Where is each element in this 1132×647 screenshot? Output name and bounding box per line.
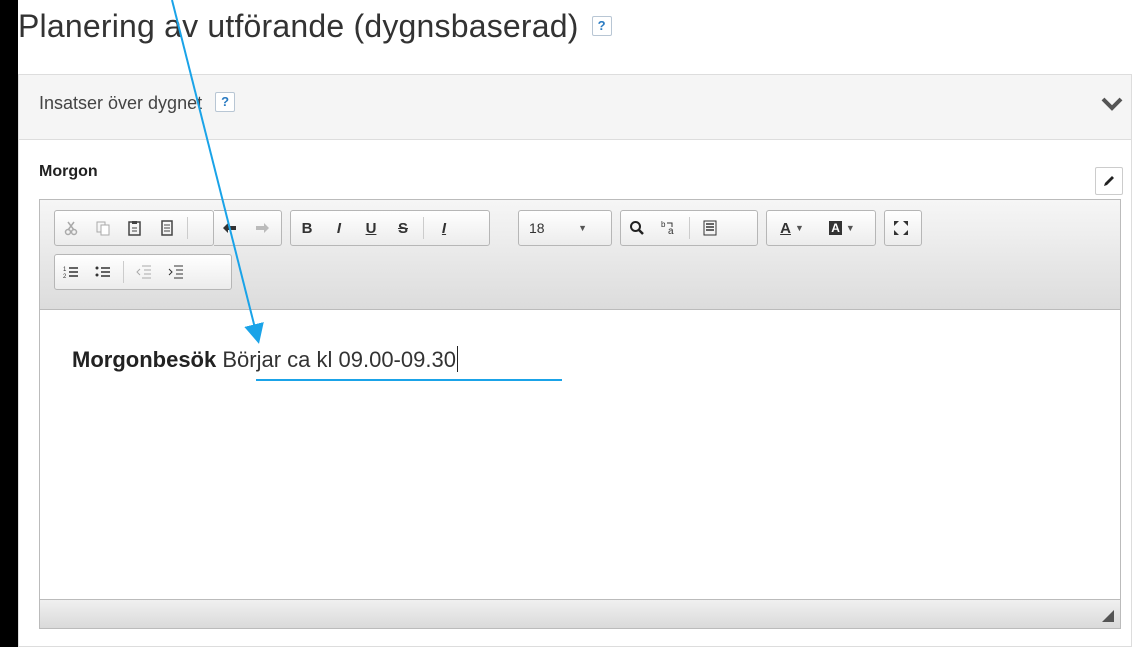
pencil-icon	[1104, 176, 1114, 186]
colors-group: A ▼ A ▼	[766, 210, 876, 246]
underline-button[interactable]: U	[357, 214, 385, 242]
basic-styles-group: B I U S I	[290, 210, 490, 246]
editor-content-area[interactable]: Morgonbesök Börjar ca kl 09.00-09.30	[40, 310, 1120, 600]
svg-text:2: 2	[63, 274, 67, 279]
copy-icon[interactable]	[89, 214, 117, 242]
replace-icon[interactable]: ba	[655, 214, 683, 242]
bold-text: Morgonbesök	[72, 347, 217, 372]
chevron-down-icon[interactable]	[1101, 97, 1123, 111]
svg-text:1: 1	[63, 267, 67, 273]
clipboard-group	[54, 210, 214, 246]
page-help-button[interactable]: ?	[591, 15, 612, 36]
text-cursor	[456, 346, 458, 372]
edit-button[interactable]	[1095, 167, 1123, 195]
caret-down-icon: ▼	[578, 223, 587, 233]
editor-statusbar	[40, 599, 1120, 628]
paste-icon[interactable]	[121, 214, 149, 242]
increase-indent-icon[interactable]	[162, 258, 190, 286]
svg-text:a: a	[668, 226, 674, 236]
undo-icon[interactable]	[216, 214, 244, 242]
background-color-button[interactable]: A ▼	[819, 214, 865, 242]
panel-header-label: Insatser över dygnet	[39, 93, 203, 113]
toolbar-separator	[123, 261, 124, 283]
remove-format-button[interactable]: I	[430, 214, 458, 242]
decrease-indent-icon[interactable]	[130, 258, 158, 286]
page-title-text: Planering av utförande (dygnsbaserad)	[18, 8, 579, 44]
bold-button[interactable]: B	[293, 214, 321, 242]
editor-text-line: Morgonbesök Börjar ca kl 09.00-09.30	[72, 346, 458, 373]
font-size-group: 18 ▼	[518, 210, 612, 246]
panel-help-button[interactable]: ?	[215, 92, 236, 113]
redo-icon[interactable]	[248, 214, 276, 242]
lists-group: 12	[54, 254, 232, 290]
text-color-glyph: A	[780, 219, 791, 237]
font-size-value: 18	[529, 220, 545, 236]
paste-text-icon[interactable]	[153, 214, 181, 242]
text-color-button[interactable]: A ▼	[769, 214, 815, 242]
history-group	[214, 210, 282, 246]
maximize-icon[interactable]	[887, 214, 915, 242]
tools-group	[884, 210, 922, 246]
find-group: ba	[620, 210, 758, 246]
panel-header[interactable]: Insatser över dygnet ?	[19, 75, 1131, 140]
insatser-panel: Insatser över dygnet ? Morgon B I U S I …	[18, 74, 1132, 647]
toolbar-separator	[187, 217, 188, 239]
numbered-list-icon[interactable]: 12	[57, 258, 85, 286]
svg-text:b: b	[661, 220, 666, 229]
page: Planering av utförande (dygnsbaserad) ? …	[18, 0, 1132, 647]
editor-toolbar: B I U S I 18 ▼ b a A ▼ A ▼ 1 2	[40, 200, 1120, 310]
bg-color-glyph: A	[829, 221, 842, 235]
bulleted-list-icon[interactable]	[89, 258, 117, 286]
panel-header-label-wrap: Insatser över dygnet ?	[39, 92, 236, 114]
field-label-morgon: Morgon	[39, 163, 98, 180]
caret-down-icon: ▼	[794, 223, 804, 233]
strikethrough-button[interactable]: S	[389, 214, 417, 242]
caret-down-icon: ▼	[845, 223, 855, 233]
cut-icon[interactable]	[57, 214, 85, 242]
italic-button[interactable]: I	[325, 214, 353, 242]
page-title: Planering av utförande (dygnsbaserad) ?	[18, 8, 612, 45]
find-icon[interactable]	[623, 214, 651, 242]
select-all-icon[interactable]	[696, 214, 724, 242]
font-size-select[interactable]: 18 ▼	[519, 214, 597, 242]
toolbar-separator	[689, 217, 690, 239]
rich-text-editor: B I U S I 18 ▼ b a A ▼ A ▼ 1 2 Morgonbes…	[39, 199, 1121, 629]
resize-handle-icon[interactable]	[1102, 610, 1114, 622]
toolbar-separator	[423, 217, 424, 239]
plain-text: Börjar ca kl 09.00-09.30	[222, 347, 456, 372]
